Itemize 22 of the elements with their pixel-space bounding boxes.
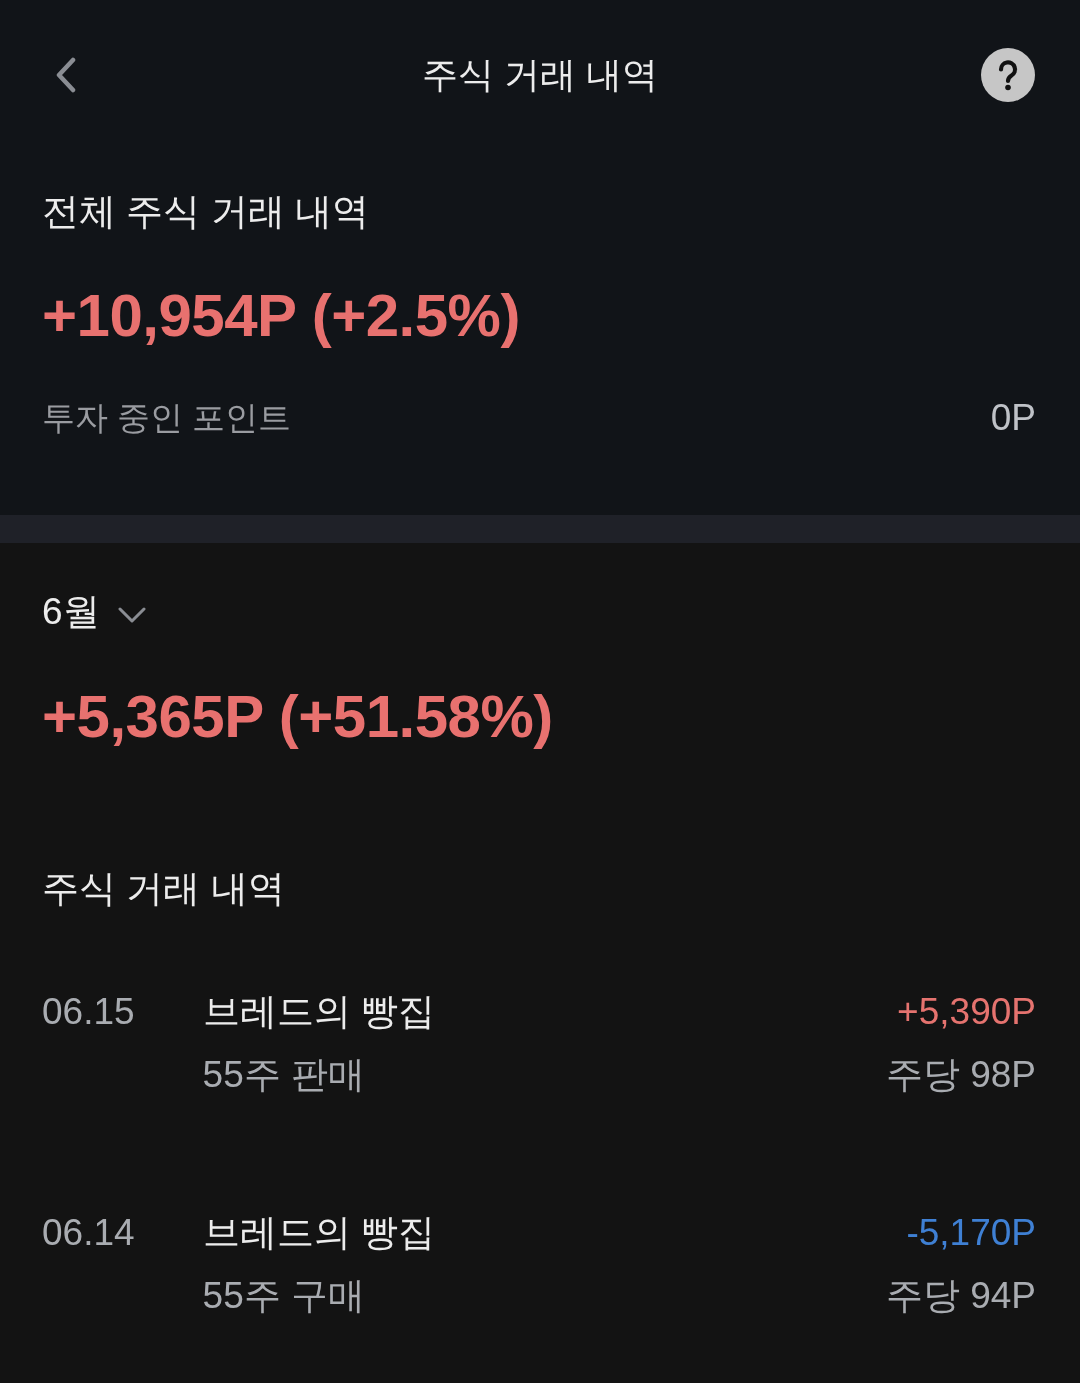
transaction-date: 06.14: [42, 1211, 135, 1255]
invested-points-label: 투자 중인 포인트: [42, 398, 292, 438]
stock-name: 브레드의 빵집: [202, 990, 435, 1034]
trade-amount: +5,390P: [897, 990, 1036, 1034]
back-chevron-icon: [56, 57, 76, 93]
month-profit: +5,365P (+51.58%): [42, 682, 553, 752]
section-title: 주식 거래 내역: [42, 867, 285, 911]
help-icon[interactable]: [981, 48, 1035, 102]
stock-name: 브레드의 빵집: [202, 1211, 435, 1255]
chevron-down-icon: [117, 607, 146, 623]
transaction-date: 06.15: [42, 990, 135, 1034]
invested-points-value: 0P: [990, 396, 1036, 440]
page-title: 주식 거래 내역: [422, 53, 658, 97]
month-dropdown[interactable]: 6월: [42, 587, 146, 637]
trade-amount: -5,170P: [906, 1211, 1036, 1255]
trade-detail: 55주 구매: [202, 1274, 366, 1318]
trade-detail: 55주 판매: [202, 1053, 366, 1097]
back-button[interactable]: [56, 57, 76, 93]
total-profit: +10,954P (+2.5%): [42, 281, 520, 351]
price-per-share: 주당 94P: [885, 1274, 1036, 1318]
price-per-share: 주당 98P: [885, 1053, 1036, 1097]
section-title: 전체 주식 거래 내역: [42, 190, 369, 234]
